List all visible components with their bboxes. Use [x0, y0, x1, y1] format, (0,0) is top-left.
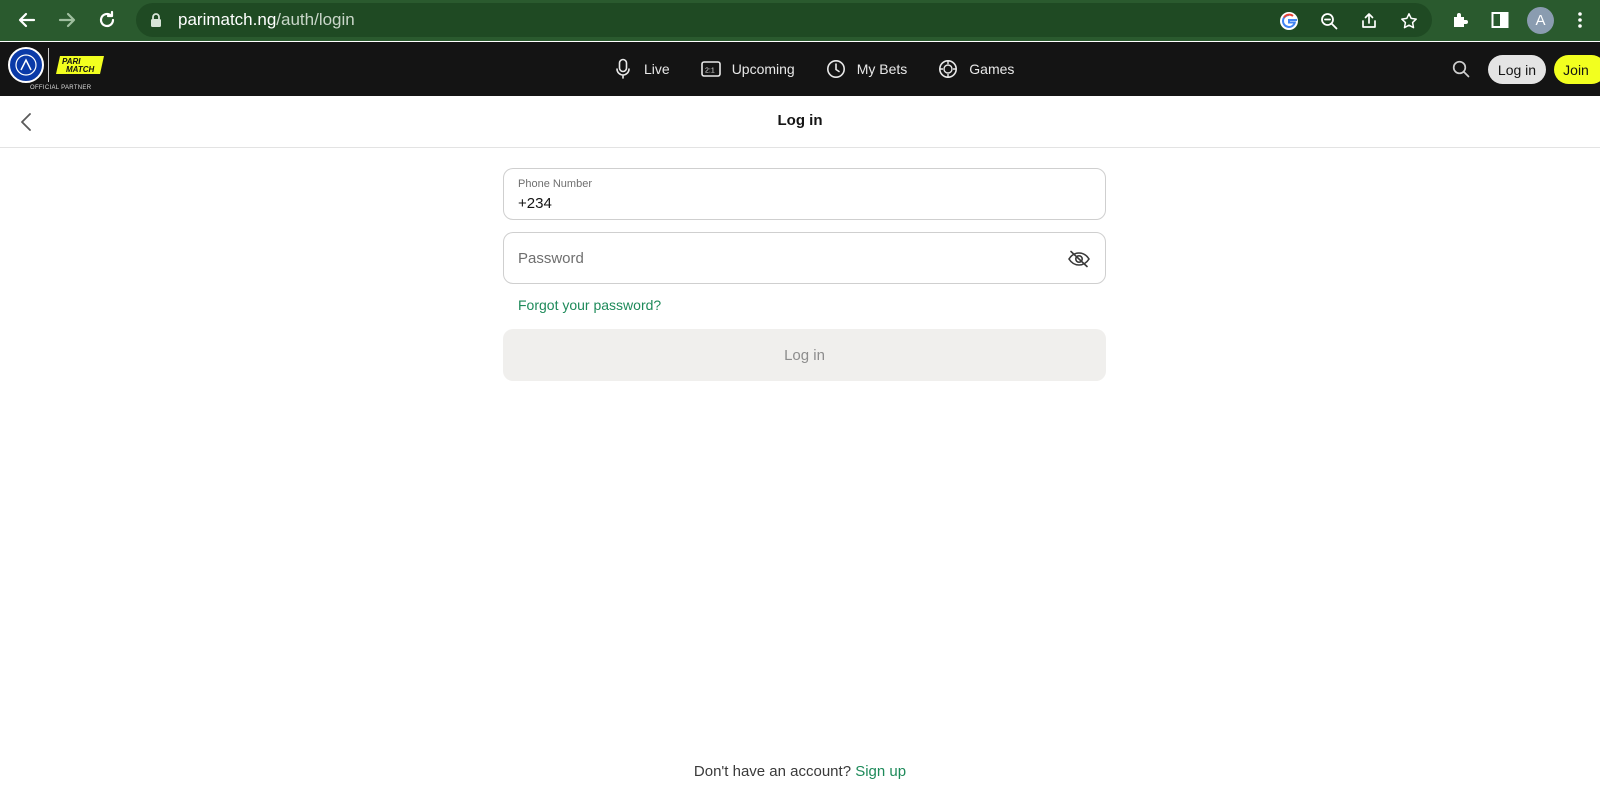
nav-live[interactable]: Live — [612, 42, 670, 96]
url-host: parimatch.ng — [178, 10, 277, 29]
share-icon[interactable] — [1358, 10, 1380, 32]
phone-number-value[interactable]: +234 — [518, 195, 552, 212]
url-path: /auth/login — [276, 10, 355, 29]
main-nav: Live 2:1 Upcoming My Bets Games — [612, 42, 1044, 96]
address-bar[interactable]: parimatch.ng/auth/login — [136, 3, 1432, 37]
password-field[interactable]: Password — [503, 232, 1106, 284]
browser-toolbar: parimatch.ng/auth/login A — [0, 0, 1600, 41]
side-panel-icon[interactable] — [1487, 7, 1513, 33]
phone-number-field[interactable]: Phone Number +234 — [503, 168, 1106, 220]
password-placeholder[interactable]: Password — [518, 250, 584, 267]
url-text: parimatch.ng/auth/login — [178, 10, 355, 30]
svg-text:MATCH: MATCH — [66, 65, 95, 74]
svg-text:2:1: 2:1 — [705, 68, 715, 75]
kebab-menu-icon[interactable] — [1567, 7, 1593, 33]
nav-upcoming-label: Upcoming — [731, 61, 795, 77]
google-icon[interactable] — [1278, 10, 1300, 32]
nav-my-bets-label: My Bets — [856, 61, 908, 77]
site-header: PARI MATCH OFFICIAL PARTNER Live 2:1 Upco… — [0, 42, 1600, 96]
gamepad-icon — [937, 58, 959, 80]
nav-live-label: Live — [644, 61, 670, 77]
forward-arrow-icon[interactable] — [54, 7, 80, 33]
extensions-puzzle-icon[interactable] — [1447, 7, 1473, 33]
page-title-bar: Log in — [0, 96, 1600, 148]
parimatch-logo: PARI MATCH — [56, 55, 104, 75]
no-account-text: Don't have an account? — [693, 763, 852, 780]
bookmark-star-icon[interactable] — [1398, 10, 1420, 32]
reload-icon[interactable] — [94, 7, 120, 33]
header-login-button[interactable]: Log in — [1488, 55, 1546, 84]
nav-my-bets[interactable]: My Bets — [825, 42, 908, 96]
lock-icon — [150, 13, 162, 32]
zoom-icon[interactable] — [1318, 10, 1340, 32]
brand-logo[interactable]: PARI MATCH OFFICIAL PARTNER — [6, 45, 106, 93]
nav-games-label: Games — [969, 61, 1015, 77]
clock-icon — [825, 58, 847, 80]
signup-prompt: Don't have an account? Sign up — [0, 763, 1600, 780]
search-icon[interactable] — [1448, 56, 1474, 82]
profile-avatar[interactable]: A — [1527, 7, 1554, 34]
microphone-icon — [612, 58, 634, 80]
signup-link[interactable]: Sign up — [855, 763, 906, 780]
logo-divider — [48, 48, 49, 82]
scoreboard-icon: 2:1 — [700, 58, 722, 80]
join-button[interactable]: Join — [1554, 55, 1600, 84]
official-partner-text: OFFICIAL PARTNER — [30, 85, 92, 91]
login-submit-button[interactable]: Log in — [503, 329, 1106, 381]
forgot-password-link[interactable]: Forgot your password? — [518, 297, 661, 313]
club-crest-icon — [8, 47, 44, 83]
page-title: Log in — [777, 112, 823, 129]
eye-off-icon[interactable] — [1067, 247, 1091, 271]
nav-games[interactable]: Games — [937, 42, 1014, 96]
phone-number-label: Phone Number — [518, 178, 592, 190]
nav-upcoming[interactable]: 2:1 Upcoming — [700, 42, 795, 96]
back-arrow-icon[interactable] — [14, 7, 40, 33]
